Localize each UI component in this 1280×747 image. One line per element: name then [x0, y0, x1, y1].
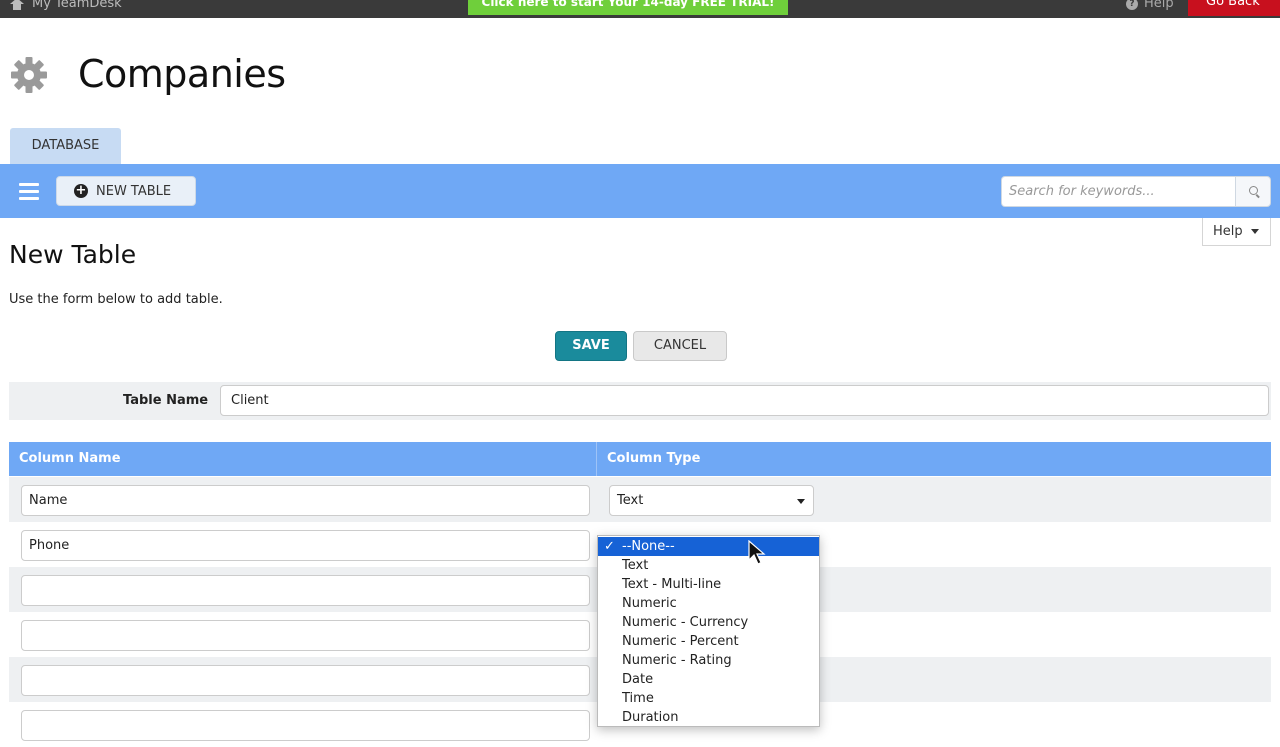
- column-type-header: Column Type: [607, 451, 701, 466]
- column-type-dropdown: ✓ --None-- Text Text - Multi-line Numeri…: [597, 535, 820, 727]
- save-button[interactable]: SAVE: [555, 331, 627, 361]
- dropdown-option[interactable]: Numeric - Rating: [598, 651, 819, 670]
- column-type-select[interactable]: Text: [609, 485, 814, 516]
- dropdown-option[interactable]: Duration: [598, 708, 819, 727]
- column-name-input[interactable]: [21, 575, 590, 606]
- table-name-label: Table Name: [123, 393, 209, 408]
- home-icon: [10, 0, 24, 10]
- form-instructions: Use the form below to add table.: [9, 292, 223, 307]
- go-back-button[interactable]: Go Back: [1188, 0, 1280, 16]
- page-title: Companies: [78, 52, 286, 96]
- new-table-label: NEW TABLE: [96, 183, 172, 199]
- dropdown-option[interactable]: Date: [598, 670, 819, 689]
- tab-database[interactable]: DATABASE: [10, 128, 121, 164]
- search-button[interactable]: [1235, 176, 1271, 207]
- search-input[interactable]: [1001, 176, 1235, 207]
- cancel-button[interactable]: CANCEL: [633, 331, 727, 361]
- column-name-input[interactable]: [21, 665, 590, 696]
- top-help-link[interactable]: ? Help: [1126, 0, 1174, 11]
- column-name-input[interactable]: [21, 620, 590, 651]
- dropdown-option[interactable]: ✓ --None--: [598, 537, 819, 556]
- check-icon: ✓: [604, 539, 615, 554]
- top-help-label: Help: [1144, 0, 1174, 11]
- gear-icon: [11, 57, 47, 93]
- dropdown-option[interactable]: Numeric - Currency: [598, 613, 819, 632]
- free-trial-banner[interactable]: Click here to start Your 14-day FREE TRI…: [468, 0, 788, 15]
- search-icon: [1249, 186, 1258, 195]
- column-name-input[interactable]: Phone: [21, 530, 590, 561]
- menu-icon[interactable]: [19, 183, 39, 200]
- plus-circle-icon: +: [74, 183, 88, 198]
- home-label: My TeamDesk: [32, 0, 122, 11]
- column-name-header: Column Name: [19, 451, 121, 466]
- section-title: New Table: [9, 240, 137, 269]
- column-name-input[interactable]: [21, 710, 590, 741]
- dropdown-option[interactable]: Text: [598, 556, 819, 575]
- help-dropdown-button[interactable]: Help: [1202, 218, 1271, 246]
- dropdown-option[interactable]: Numeric - Percent: [598, 632, 819, 651]
- caret-down-icon: [797, 499, 805, 504]
- dropdown-option[interactable]: Time: [598, 689, 819, 708]
- mouse-cursor-icon: [748, 540, 766, 565]
- help-icon: ?: [1126, 0, 1138, 10]
- table-name-input[interactable]: Client: [220, 385, 1269, 416]
- help-label: Help: [1213, 224, 1243, 239]
- dropdown-option[interactable]: Text - Multi-line: [598, 575, 819, 594]
- top-bar: My TeamDesk Click here to start Your 14-…: [0, 0, 1280, 18]
- dropdown-option[interactable]: Numeric: [598, 594, 819, 613]
- home-link[interactable]: My TeamDesk: [10, 0, 122, 11]
- column-name-input[interactable]: Name: [21, 485, 590, 516]
- column-type-value: Text: [617, 493, 644, 508]
- search-box: [1001, 176, 1271, 207]
- new-table-button[interactable]: + NEW TABLE: [56, 176, 196, 206]
- caret-down-icon: [1250, 229, 1259, 234]
